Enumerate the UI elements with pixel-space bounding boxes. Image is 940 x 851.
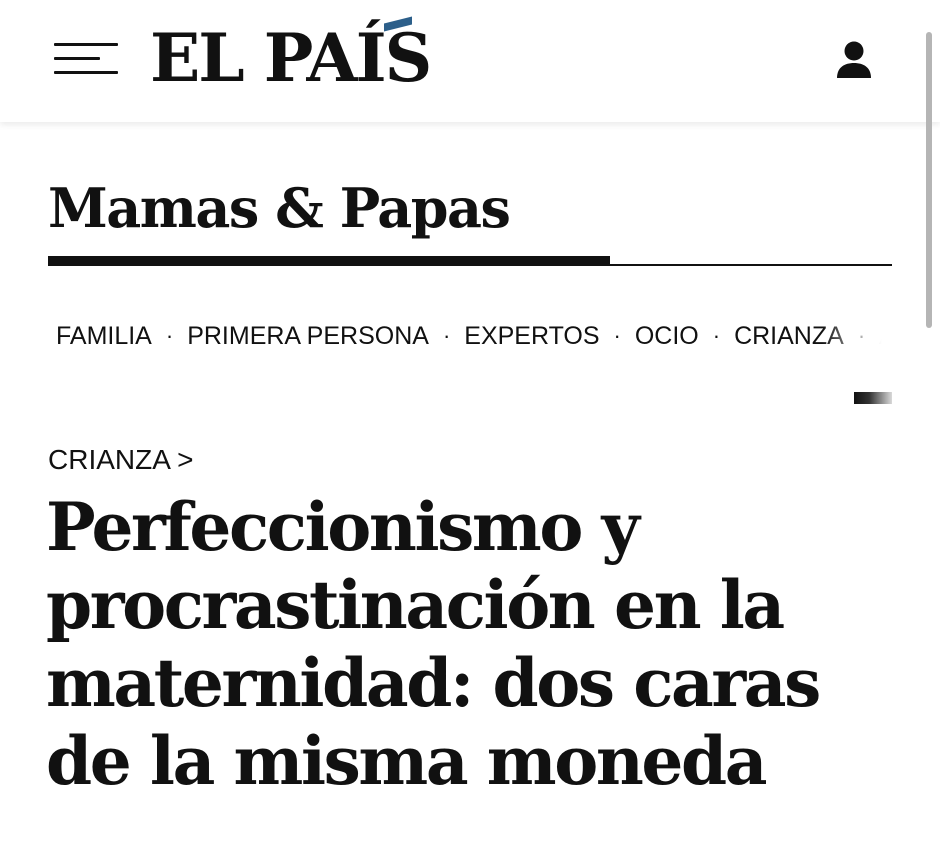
- menu-line: [54, 71, 118, 74]
- subnav-separator: ·: [857, 323, 866, 348]
- subnav-item-primera-persona[interactable]: PRIMERA PERSONA: [187, 312, 429, 360]
- subnav-separator: ·: [165, 323, 174, 348]
- subnav-item-familia[interactable]: FAMILIA: [48, 312, 152, 360]
- hamburger-menu-icon[interactable]: [54, 40, 118, 80]
- subnav-item-crianza[interactable]: CRIANZA: [734, 312, 844, 360]
- subnav-separator: ·: [712, 323, 721, 348]
- user-account-icon[interactable]: [832, 38, 876, 82]
- subsection-nav: FAMILIA · PRIMERA PERSONA · EXPERTOS · OCIO · CR…: [48, 312, 892, 360]
- subnav-separator: ·: [613, 323, 621, 348]
- user-silhouette: [837, 41, 871, 78]
- logo-text: EL PAÍS: [150, 19, 432, 97]
- subnav-scroll-indicator[interactable]: [854, 392, 892, 404]
- section-title[interactable]: Mamas & Papas: [48, 172, 511, 244]
- site-header: EL PAÍS: [0, 0, 940, 122]
- subnav-item-ocio[interactable]: OCIO: [635, 312, 699, 360]
- el-pais-logo[interactable]: EL PAÍS: [150, 16, 432, 98]
- breadcrumb[interactable]: CRIANZA >: [48, 440, 193, 480]
- menu-line: [54, 43, 118, 46]
- section-divider-accent: [48, 256, 610, 266]
- subnav-item-truncated[interactable]: AC: [879, 312, 892, 360]
- subnav-separator: ·: [442, 323, 451, 348]
- subnav-item-expertos[interactable]: EXPERTOS: [464, 312, 599, 360]
- article-headline: Perfeccionismo y procrastinación en la m…: [46, 488, 821, 800]
- menu-line: [54, 57, 100, 60]
- page-scrollbar[interactable]: [926, 32, 932, 328]
